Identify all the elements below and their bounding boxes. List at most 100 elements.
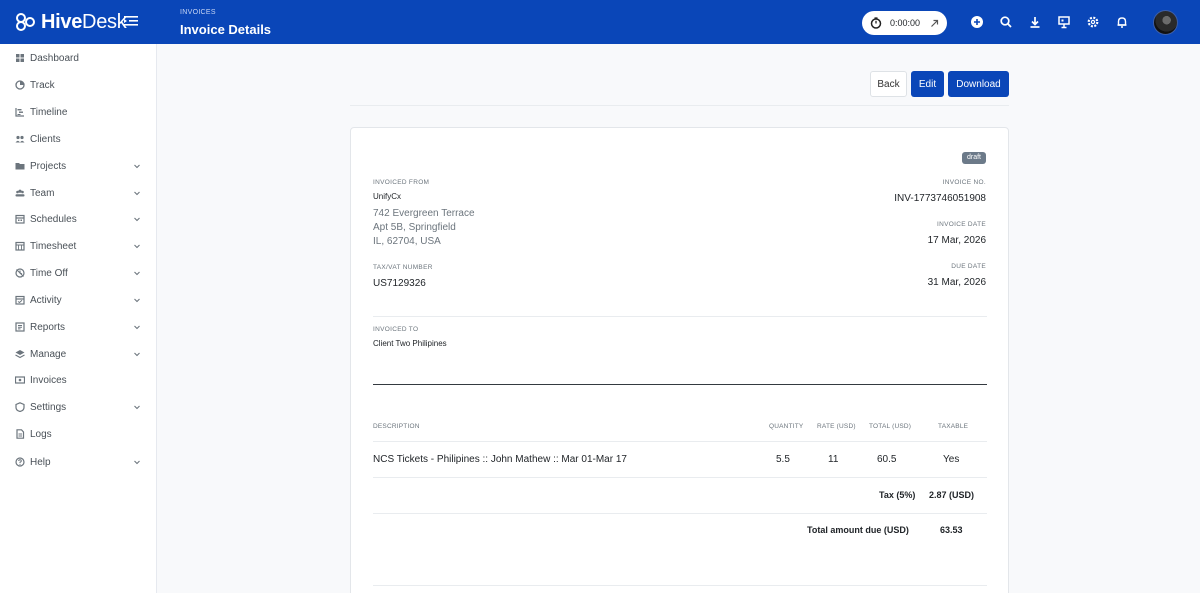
sidebar-item-timeline[interactable]: Timeline: [0, 102, 157, 122]
chevron-down-icon: [133, 296, 141, 304]
sidebar-item-invoices[interactable]: Invoices: [0, 370, 157, 390]
timeline-icon: [15, 107, 25, 117]
invoice-card: draft INVOICED FROM UnifyCx 742 Evergree…: [350, 127, 1009, 593]
sidebar-item-clients[interactable]: Clients: [0, 129, 157, 149]
sidebar-item-time-off[interactable]: Time Off: [0, 263, 157, 283]
sidebar-item-label: Clients: [30, 134, 61, 145]
sidebar-item-label: Manage: [30, 349, 66, 360]
gear-icon[interactable]: [1086, 15, 1100, 29]
sidebar-item-label: Reports: [30, 322, 65, 333]
line-item-quantity: 5.5: [776, 454, 790, 465]
top-bar: HiveDesk INVOICES Invoice Details 0:00:0…: [0, 0, 1200, 44]
invoice-no-label: INVOICE NO.: [943, 179, 986, 186]
invoiced-from-label: INVOICED FROM: [373, 179, 429, 186]
sidebar-item-label: Track: [30, 80, 55, 91]
column-header-description: DESCRIPTION: [373, 423, 420, 430]
add-circle-icon[interactable]: [970, 15, 984, 29]
chevron-down-icon: [133, 215, 141, 223]
presentation-icon[interactable]: [1057, 15, 1071, 29]
line-item-description: NCS Tickets - Philipines :: John Mathew …: [373, 454, 627, 465]
total-due-value: 63.53: [940, 525, 963, 535]
line-item-rate: 11: [828, 454, 838, 465]
invoice-date: 17 Mar, 2026: [928, 235, 986, 246]
sidebar-item-label: Dashboard: [30, 53, 79, 64]
logo-text: HiveDesk: [41, 10, 126, 34]
sidebar-item-label: Timesheet: [30, 241, 76, 252]
help-icon: [15, 457, 25, 467]
dashboard-icon: [15, 53, 25, 63]
sidebar-item-manage[interactable]: Manage: [0, 344, 157, 364]
timer-widget[interactable]: 0:00:00: [862, 11, 947, 35]
sidebar-item-reports[interactable]: Reports: [0, 317, 157, 337]
page-kicker: INVOICES: [180, 9, 216, 16]
invoiced-to-label: INVOICED TO: [373, 326, 418, 333]
invoice-number: INV-1773746051908: [894, 193, 986, 204]
bell-icon[interactable]: [1115, 15, 1129, 29]
tax-number: US7129326: [373, 278, 426, 289]
back-button[interactable]: Back: [870, 71, 907, 97]
client-name: Client Two Philipines: [373, 339, 447, 348]
sidebar-item-label: Logs: [30, 429, 52, 440]
divider: [350, 105, 1009, 106]
chevron-down-icon: [133, 350, 141, 358]
sidebar-item-timesheet[interactable]: Timesheet: [0, 236, 157, 256]
status-badge: draft: [962, 152, 986, 164]
line-item-taxable: Yes: [943, 454, 959, 465]
team-icon: [15, 188, 25, 198]
download-button[interactable]: Download: [948, 71, 1009, 97]
chevron-down-icon: [133, 162, 141, 170]
time-off-icon: [15, 268, 25, 278]
sidebar-item-label: Activity: [30, 295, 62, 306]
timesheet-icon: [15, 241, 25, 251]
activity-icon: [15, 295, 25, 305]
sidebar-item-settings[interactable]: Settings: [0, 397, 157, 417]
layers-icon: [15, 349, 25, 359]
section-divider: [373, 316, 987, 317]
table-row-divider: [373, 477, 987, 478]
invoice-date-label: INVOICE DATE: [937, 221, 986, 228]
sender-address-line: IL, 62704, USA: [373, 236, 441, 247]
invoices-icon: [15, 375, 25, 385]
sidebar-item-team[interactable]: Team: [0, 183, 157, 203]
sidebar-item-label: Team: [30, 188, 54, 199]
due-date: 31 Mar, 2026: [928, 277, 986, 288]
menu-toggle-icon[interactable]: [124, 14, 138, 28]
line-item-total: 60.5: [877, 454, 896, 465]
timer-value: 0:00:00: [890, 18, 930, 28]
reports-icon: [15, 322, 25, 332]
user-avatar[interactable]: [1153, 10, 1178, 35]
column-header-taxable: TAXABLE: [938, 423, 968, 430]
download-icon[interactable]: [1028, 15, 1042, 29]
sidebar-item-label: Settings: [30, 402, 66, 413]
sidebar-item-schedules[interactable]: Schedules: [0, 209, 157, 229]
chevron-down-icon: [133, 458, 141, 466]
sidebar-item-projects[interactable]: Projects: [0, 156, 157, 176]
expand-arrow-icon[interactable]: [930, 19, 939, 28]
sidebar-item-label: Timeline: [30, 107, 67, 118]
sidebar-item-help[interactable]: Help: [0, 452, 157, 472]
column-header-rate: RATE (USD): [817, 423, 856, 430]
due-date-label: DUE DATE: [951, 263, 986, 270]
sidebar-item-label: Help: [30, 457, 51, 468]
logo-mark-icon: [15, 13, 39, 31]
schedules-icon: [15, 214, 25, 224]
sidebar-item-track[interactable]: Track: [0, 75, 157, 95]
logs-icon: [15, 429, 25, 439]
hivedesk-logo[interactable]: HiveDesk: [15, 10, 126, 34]
sidebar-item-label: Projects: [30, 161, 66, 172]
sidebar-item-label: Time Off: [30, 268, 68, 279]
settings-icon: [15, 402, 25, 412]
sidebar-item-label: Invoices: [30, 375, 67, 386]
sidebar-item-activity[interactable]: Activity: [0, 290, 157, 310]
sender-address-line: 742 Evergreen Terrace: [373, 208, 475, 219]
tax-number-label: TAX/VAT NUMBER: [373, 264, 433, 271]
table-row-divider: [373, 441, 987, 442]
sender-name: UnifyCx: [373, 192, 401, 201]
chevron-down-icon: [133, 323, 141, 331]
sidebar-item-logs[interactable]: Logs: [0, 424, 157, 444]
sidebar-item-dashboard[interactable]: Dashboard: [0, 48, 157, 68]
column-header-quantity: QUANTITY: [769, 423, 803, 430]
edit-button[interactable]: Edit: [911, 71, 944, 97]
search-icon[interactable]: [999, 15, 1013, 29]
sender-address-line: Apt 5B, Springfield: [373, 222, 456, 233]
